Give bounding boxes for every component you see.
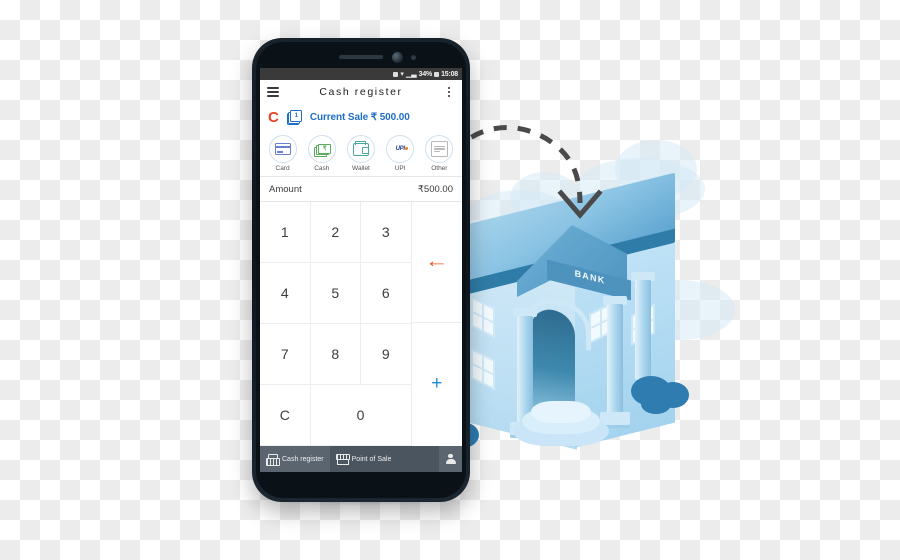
front-camera-icon <box>392 52 403 63</box>
nav-cash-register[interactable]: Cash register <box>260 446 330 472</box>
bank-column <box>607 304 623 416</box>
proximity-sensor-icon <box>411 55 416 60</box>
earpiece-speaker <box>339 55 383 59</box>
key-3[interactable]: 3 <box>361 202 412 263</box>
nav-point-of-sale[interactable]: Point of Sale <box>330 446 398 472</box>
amount-value: ₹500.00 <box>417 183 453 195</box>
payment-method-label: Wallet <box>352 165 370 172</box>
backspace-key[interactable]: ← <box>411 202 462 323</box>
clock-time: 15:08 <box>441 70 458 78</box>
wifi-icon: ▾ <box>400 70 404 78</box>
numeric-keypad: 1 2 3 ← 4 5 6 7 8 9 + C 0 <box>260 202 462 446</box>
person-icon <box>445 453 456 465</box>
bank-column <box>635 280 651 380</box>
key-2[interactable]: 2 <box>310 202 361 263</box>
status-bar: ▾ ▁▃ 34% 15:08 <box>260 68 462 80</box>
payment-method-label: Card <box>275 165 290 172</box>
kebab-menu-icon[interactable] <box>443 86 455 98</box>
payment-method-card[interactable]: Card <box>265 135 301 172</box>
payment-method-upi[interactable]: UPI UPI <box>382 135 418 172</box>
amount-row[interactable]: Amount ₹500.00 <box>260 177 462 202</box>
key-7[interactable]: 7 <box>260 324 311 385</box>
customer-initial-avatar: C <box>268 108 279 126</box>
key-0[interactable]: 0 <box>310 385 412 446</box>
payment-method-other[interactable]: Other <box>421 135 457 172</box>
alarm-icon <box>393 71 399 77</box>
key-1[interactable]: 1 <box>260 202 311 263</box>
page-title: Cash register <box>319 86 403 98</box>
bank-steps <box>513 398 609 446</box>
bush-icon <box>641 394 671 414</box>
banknotes-icon: ₹ <box>307 135 336 163</box>
payment-method-list: Card ₹ Cash Wallet UPI UPI Other <box>260 130 462 177</box>
battery-icon <box>434 71 440 77</box>
key-6[interactable]: 6 <box>361 263 412 324</box>
document-icon <box>425 135 454 163</box>
key-clear[interactable]: C <box>260 385 311 446</box>
bank-window <box>471 296 495 339</box>
key-9[interactable]: 9 <box>361 324 412 385</box>
current-sale-row[interactable]: C 1 Current Sale ₹ 500.00 <box>260 104 462 130</box>
key-8[interactable]: 8 <box>310 324 361 385</box>
nav-label: Point of Sale <box>351 455 392 463</box>
key-4[interactable]: 4 <box>260 263 311 324</box>
storefront-icon <box>335 454 350 465</box>
nav-account[interactable] <box>439 446 462 472</box>
payment-method-wallet[interactable]: Wallet <box>343 135 379 172</box>
signal-icon: ▁▃ <box>405 70 417 78</box>
amount-label: Amount <box>269 183 302 195</box>
key-5[interactable]: 5 <box>310 263 361 324</box>
hamburger-menu-icon[interactable] <box>267 87 279 97</box>
payment-method-label: Cash <box>314 165 330 172</box>
payment-method-cash[interactable]: ₹ Cash <box>304 135 340 172</box>
sale-count: 1 <box>294 113 298 119</box>
bottom-navigation: Cash register Point of Sale <box>260 446 462 472</box>
phone-screen: ▾ ▁▃ 34% 15:08 Cash register C 1 Current… <box>260 68 462 472</box>
smartphone-device: ▾ ▁▃ 34% 15:08 Cash register C 1 Current… <box>252 38 470 502</box>
app-bar: Cash register <box>260 80 462 104</box>
payment-method-label: UPI <box>394 165 406 172</box>
payment-method-label: Other <box>431 165 448 172</box>
cash-register-icon <box>266 454 280 466</box>
wallet-icon <box>346 135 375 163</box>
bank-window <box>471 348 495 391</box>
battery-percent: 34% <box>418 70 433 78</box>
upi-logo-icon: UPI <box>386 135 415 163</box>
plus-key[interactable]: + <box>411 324 462 444</box>
sale-count-badge: 1 <box>286 110 303 125</box>
nav-label: Cash register <box>282 455 324 463</box>
credit-card-icon <box>268 135 297 163</box>
current-sale-label: Current Sale ₹ 500.00 <box>309 111 410 123</box>
